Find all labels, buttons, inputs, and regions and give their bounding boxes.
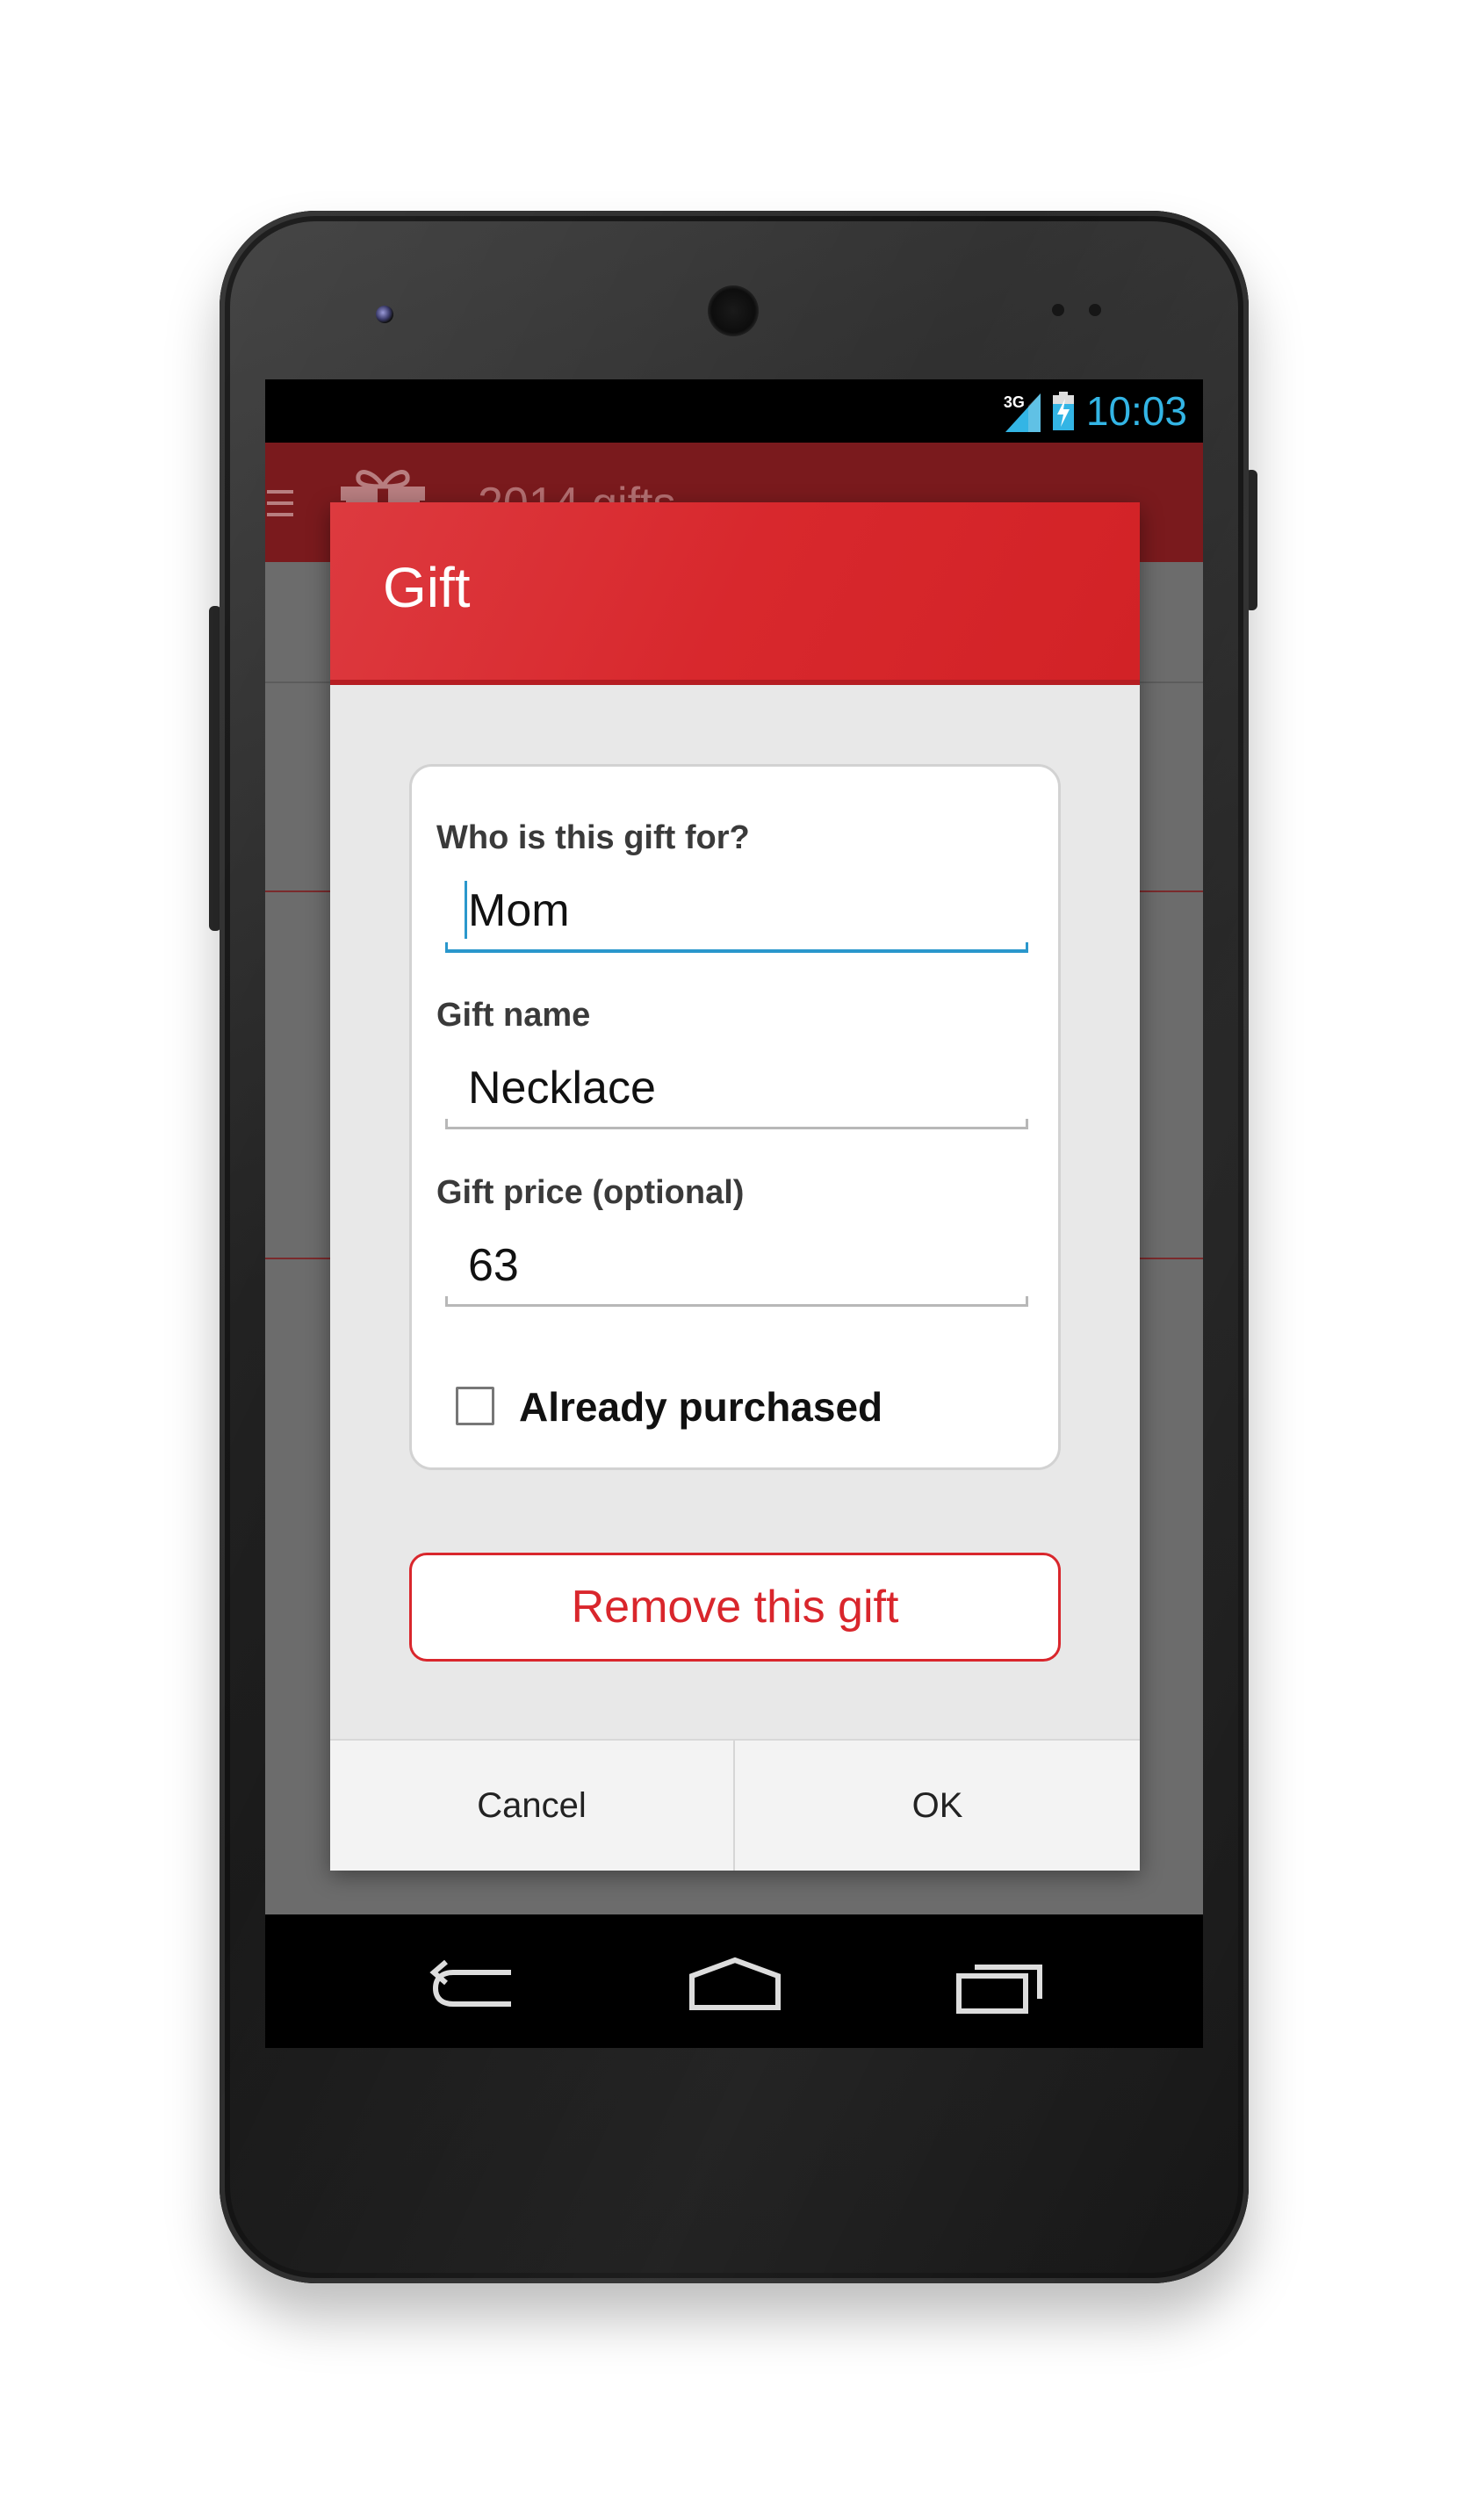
dialog-actions: Cancel OK	[330, 1739, 1140, 1871]
earpiece-speaker	[708, 285, 759, 336]
gift-name-label: Gift name	[436, 997, 591, 1034]
menu-icon[interactable]	[267, 488, 293, 518]
proximity-sensor	[1052, 304, 1064, 316]
recents-icon[interactable]	[954, 1953, 1050, 2016]
signal-icon: 3G	[1002, 390, 1041, 432]
back-icon[interactable]	[427, 1953, 523, 2016]
recipient-underline	[445, 942, 1028, 953]
ok-button[interactable]: OK	[735, 1741, 1140, 1871]
battery-charging-icon	[1052, 392, 1074, 430]
gift-form-card: Who is this gift for? Mom Gift name Neck…	[409, 764, 1061, 1470]
remove-gift-button[interactable]: Remove this gift	[409, 1553, 1061, 1662]
gift-price-label: Gift price (optional)	[436, 1174, 745, 1211]
gift-name-input[interactable]: Necklace	[468, 1062, 656, 1114]
dialog-header: Gift	[330, 502, 1140, 685]
home-icon[interactable]	[687, 1953, 783, 2016]
cancel-button[interactable]: Cancel	[330, 1741, 735, 1871]
status-bar: 3G 10:03	[265, 379, 1203, 443]
gift-name-underline	[445, 1119, 1028, 1129]
already-purchased-label[interactable]: Already purchased	[519, 1383, 882, 1431]
gift-price-underline	[445, 1296, 1028, 1307]
front-camera-icon	[376, 306, 393, 323]
already-purchased-checkbox[interactable]	[456, 1387, 494, 1425]
gift-price-input[interactable]: 63	[468, 1239, 519, 1292]
gift-dialog: Gift Who is this gift for? Mom Gift name…	[330, 502, 1140, 1871]
recipient-input[interactable]: Mom	[468, 884, 570, 937]
light-sensor	[1089, 304, 1101, 316]
navigation-bar	[265, 1921, 1203, 2048]
network-type: 3G	[1003, 393, 1025, 411]
text-cursor	[465, 881, 467, 939]
status-time: 10:03	[1085, 388, 1187, 434]
dialog-title: Gift	[383, 556, 471, 619]
recipient-label: Who is this gift for?	[436, 819, 750, 856]
